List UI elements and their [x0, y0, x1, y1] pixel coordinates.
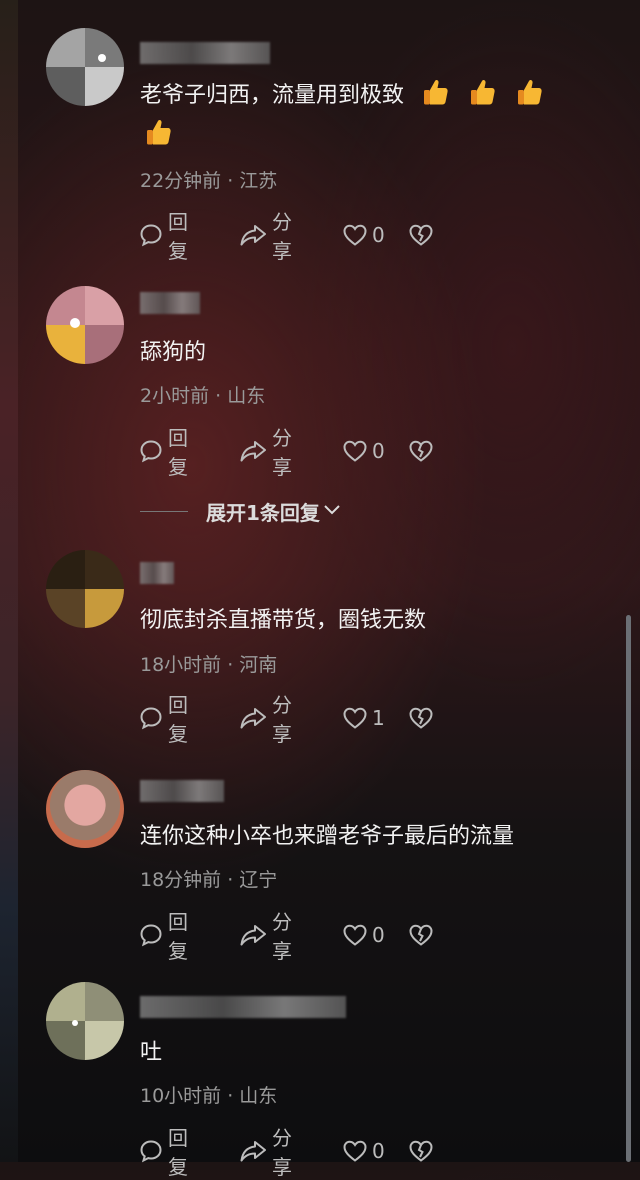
reply-button[interactable]: 回复 [138, 693, 188, 746]
comment-text: 彻底封杀直播带货，圈钱无数 [140, 608, 427, 633]
share-icon [238, 922, 268, 948]
thumbs-up-icon [505, 79, 545, 108]
reply-icon [138, 922, 164, 948]
thumbs-up-icon [140, 119, 174, 148]
like-button[interactable]: 0 [342, 436, 385, 466]
username-blurred[interactable] [140, 562, 174, 584]
comment-meta: 2小时前 · 山东 [140, 385, 266, 407]
heart-icon [342, 439, 368, 463]
broken-heart-icon [408, 923, 434, 947]
reply-icon [138, 705, 164, 731]
dislike-button[interactable] [408, 703, 434, 733]
like-button[interactable]: 0 [342, 920, 385, 950]
reply-icon [138, 438, 164, 464]
avatar[interactable] [46, 770, 124, 848]
reply-button[interactable]: 回复 [138, 910, 188, 963]
username-blurred[interactable] [140, 292, 200, 314]
share-label: 分享 [272, 210, 292, 263]
scrollbar[interactable] [626, 615, 631, 1162]
like-count: 1 [372, 706, 385, 730]
avatar[interactable] [46, 982, 124, 1060]
share-icon [238, 705, 268, 731]
reply-button[interactable]: 回复 [138, 426, 188, 479]
comment-text: 舔狗的 [140, 340, 207, 365]
comment-meta: 22分钟前 · 江苏 [140, 170, 278, 192]
reply-label: 回复 [168, 910, 188, 963]
avatar[interactable] [46, 550, 124, 628]
heart-icon [342, 706, 368, 730]
reply-icon [138, 222, 164, 248]
like-button[interactable]: 0 [342, 220, 385, 250]
broken-heart-icon [408, 1139, 434, 1163]
like-count: 0 [372, 223, 385, 247]
avatar[interactable] [46, 28, 124, 106]
expand-replies-button[interactable]: 展开1条回复 [140, 498, 342, 525]
comment-text: 连你这种小卒也来蹭老爷子最后的流量 [140, 824, 515, 849]
avatar[interactable] [46, 286, 124, 364]
share-label: 分享 [272, 426, 292, 479]
like-button[interactable]: 1 [342, 703, 385, 733]
comment-meta: 18小时前 · 河南 [140, 654, 278, 676]
expand-replies-label: 展开1条回复 [206, 500, 320, 525]
share-label: 分享 [272, 693, 292, 746]
broken-heart-icon [408, 439, 434, 463]
username-blurred[interactable] [140, 780, 224, 802]
comment-meta: 10小时前 · 山东 [140, 1085, 278, 1107]
share-label: 分享 [272, 910, 292, 963]
share-label: 分享 [272, 1126, 292, 1179]
username-blurred[interactable] [140, 996, 346, 1018]
thumbs-up-icon [458, 79, 505, 108]
like-count: 0 [372, 1139, 385, 1163]
reply-label: 回复 [168, 693, 188, 746]
heart-icon [342, 1139, 368, 1163]
thumbs-up-icon [404, 79, 458, 108]
share-button[interactable]: 分享 [238, 693, 292, 746]
left-edge-decoration [0, 0, 18, 1162]
like-count: 0 [372, 923, 385, 947]
like-count: 0 [372, 439, 385, 463]
username-blurred[interactable] [140, 42, 270, 64]
share-icon [238, 438, 268, 464]
reply-icon [138, 1138, 164, 1164]
comment-text: 吐 [140, 1040, 163, 1065]
chevron-down-icon [320, 499, 342, 523]
comment-meta: 18分钟前 · 辽宁 [140, 869, 278, 891]
share-icon [238, 1138, 268, 1164]
comment-text-content: 老爷子归西，流量用到极致 [140, 83, 405, 108]
heart-icon [342, 923, 368, 947]
reply-label: 回复 [168, 426, 188, 479]
divider [140, 510, 188, 512]
broken-heart-icon [408, 706, 434, 730]
share-icon [238, 222, 268, 248]
dislike-button[interactable] [408, 436, 434, 466]
share-button[interactable]: 分享 [238, 426, 292, 479]
reply-button[interactable]: 回复 [138, 210, 188, 263]
comment-text: 老爷子归西，流量用到极致 [140, 76, 580, 156]
heart-icon [342, 223, 368, 247]
reply-label: 回复 [168, 1126, 188, 1179]
share-button[interactable]: 分享 [238, 210, 292, 263]
dislike-button[interactable] [408, 920, 434, 950]
reply-label: 回复 [168, 210, 188, 263]
share-button[interactable]: 分享 [238, 910, 292, 963]
broken-heart-icon [408, 223, 434, 247]
dislike-button[interactable] [408, 220, 434, 250]
